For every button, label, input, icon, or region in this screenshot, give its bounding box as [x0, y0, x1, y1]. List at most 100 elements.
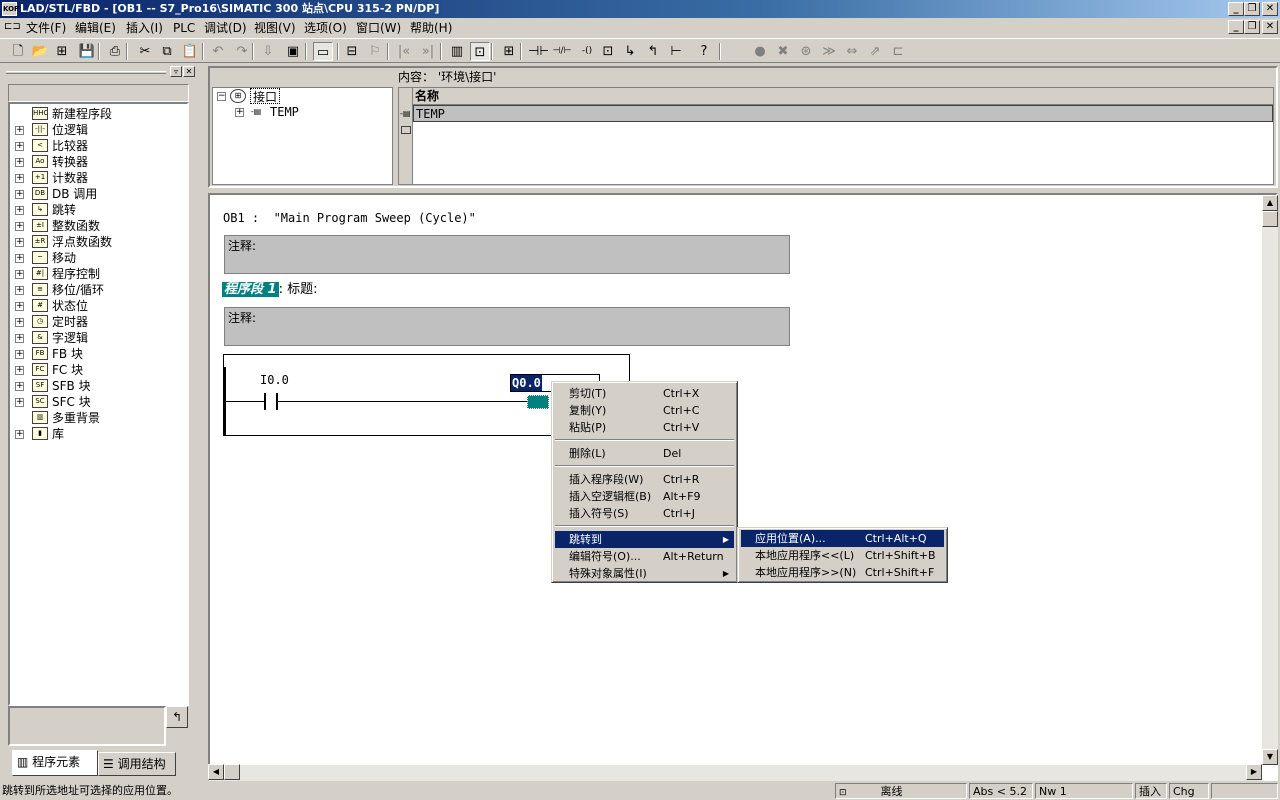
menu-3[interactable]: PLC: [173, 19, 195, 37]
copy-icon[interactable]: ⧉: [157, 42, 177, 61]
app-icon[interactable]: KOP: [2, 2, 19, 16]
submenu-item[interactable]: 本地应用程序>>(N) Ctrl+Shift+F: [741, 564, 944, 581]
last-network-icon[interactable]: »|: [418, 42, 438, 61]
contact-address[interactable]: I0.0: [260, 373, 289, 387]
program-elements-icon[interactable]: ▥: [447, 42, 467, 61]
menu-4[interactable]: 调试(D): [204, 19, 247, 37]
coil-address[interactable]: Q0.0: [511, 375, 542, 391]
doc-close-icon[interactable]: ✕: [1262, 20, 1278, 34]
context-menu-item[interactable]: 插入符号(S) Ctrl+J: [555, 505, 734, 522]
menu-0[interactable]: 文件(F): [26, 19, 66, 37]
catalog-item[interactable]: + +1 计数器: [10, 170, 185, 186]
catalog-item[interactable]: + ▮ 库: [10, 426, 185, 442]
doc-minimize-icon[interactable]: _: [1228, 20, 1244, 34]
block-comment[interactable]: 注释:: [224, 235, 790, 274]
new-row-icon[interactable]: [401, 126, 411, 134]
catalog-item[interactable]: + -||- 位逻辑: [10, 122, 185, 138]
document-icon[interactable]: ⊏⊐: [4, 21, 21, 33]
breakpoint-tool-icon[interactable]: ✖: [773, 42, 793, 61]
panel-close-icon[interactable]: ✕: [183, 66, 195, 77]
tab-call-structure[interactable]: ☰ 调用结构: [98, 752, 176, 776]
menu-7[interactable]: 窗口(W): [356, 19, 401, 37]
breakpoint-tool-icon[interactable]: ●: [750, 42, 770, 61]
close-branch-icon[interactable]: ↰: [643, 42, 663, 61]
first-network-icon[interactable]: |«: [394, 42, 414, 61]
cut-icon[interactable]: ✂: [135, 42, 155, 61]
expand-icon[interactable]: +: [15, 286, 24, 295]
catalog-item[interactable]: + #| 程序控制: [10, 266, 185, 282]
context-menu-item[interactable]: 跳转到 ▶: [555, 531, 734, 548]
tree-root-label[interactable]: 接口: [250, 88, 281, 104]
details-view-icon[interactable]: ⊡: [470, 42, 490, 61]
menu-2[interactable]: 插入(I): [126, 19, 163, 37]
open-branch-icon[interactable]: ↳: [620, 42, 640, 61]
catalog-item[interactable]: + SF SFB 块: [10, 378, 185, 394]
breakpoint-tool-icon[interactable]: ≫: [819, 42, 839, 61]
close-icon[interactable]: ✕: [1262, 2, 1278, 16]
network-label[interactable]: 程序段 1: [222, 282, 279, 297]
catalog-item[interactable]: + ±I 整数函数: [10, 218, 185, 234]
monitor-icon[interactable]: ▣: [283, 42, 303, 61]
tab-program-elements[interactable]: ▥ 程序元素: [12, 750, 98, 776]
context-menu-item[interactable]: 插入程序段(W) Ctrl+R: [555, 471, 734, 488]
menu-8[interactable]: 帮助(H): [410, 19, 452, 37]
menu-6[interactable]: 选项(O): [304, 19, 347, 37]
name-column-header[interactable]: 名称: [413, 88, 1273, 105]
expand-icon[interactable]: +: [15, 318, 24, 327]
catalog-item[interactable]: + FC FC 块: [10, 362, 185, 378]
paste-icon[interactable]: 📋: [180, 42, 200, 61]
horizontal-scroll-thumb[interactable]: [224, 764, 240, 780]
context-menu-item[interactable]: 粘贴(P) Ctrl+V: [555, 419, 734, 436]
catalog-item[interactable]: + ≡ 移位/循环: [10, 282, 185, 298]
catalog-item[interactable]: + ↳ 跳转: [10, 202, 185, 218]
expand-icon[interactable]: +: [15, 430, 24, 439]
catalog-item[interactable]: + ~ 移动: [10, 250, 185, 266]
code-editor[interactable]: [208, 193, 1278, 781]
expand-icon[interactable]: +: [15, 238, 24, 247]
minimize-icon[interactable]: _: [1228, 2, 1244, 16]
catalog-item[interactable]: + ±R 浮点数函数: [10, 234, 185, 250]
pin-icon[interactable]: ↰: [166, 706, 188, 728]
expand-icon[interactable]: +: [15, 222, 24, 231]
catalog-item[interactable]: + & 字逻辑: [10, 330, 185, 346]
block-header[interactable]: OB1 : "Main Program Sweep (Cycle)": [223, 210, 476, 226]
catalog-item[interactable]: + FB FB 块: [10, 346, 185, 362]
tree-collapse-icon[interactable]: −: [217, 92, 226, 101]
catalog-item[interactable]: + SC SFC 块: [10, 394, 185, 410]
vertical-scroll-thumb[interactable]: [1262, 211, 1278, 227]
help-icon[interactable]: ?: [694, 42, 714, 61]
expand-icon[interactable]: +: [15, 350, 24, 359]
breakpoint-tool-icon[interactable]: ⊏: [888, 42, 908, 61]
open-icon[interactable]: 📂: [30, 42, 50, 61]
context-menu-item[interactable]: 插入空逻辑框(B) Alt+F9: [555, 488, 734, 505]
catalog-item[interactable]: + # 状态位: [10, 298, 185, 314]
catalog-item[interactable]: HHO 新建程序段: [10, 106, 185, 122]
tree-expand-icon[interactable]: +: [235, 108, 244, 117]
expand-icon[interactable]: +: [15, 254, 24, 263]
expand-icon[interactable]: +: [15, 206, 24, 215]
menu-5[interactable]: 视图(V): [254, 19, 296, 37]
breakpoint-tool-icon[interactable]: ⊛: [796, 42, 816, 61]
save-icon[interactable]: 💾: [77, 42, 97, 61]
vertical-scrollbar[interactable]: [1262, 195, 1278, 765]
menu-1[interactable]: 编辑(E): [75, 19, 116, 37]
breakpoint-tool-icon[interactable]: ⇔: [842, 42, 862, 61]
scroll-up-icon[interactable]: ▲: [1262, 195, 1278, 211]
doc-restore-icon[interactable]: ❐: [1244, 20, 1260, 34]
dock-icon[interactable]: ▿: [170, 66, 182, 77]
reference-data-icon[interactable]: ⊟: [342, 42, 362, 61]
scroll-right-icon[interactable]: ▶: [1246, 764, 1262, 780]
catalog-item[interactable]: ▥ 多重背景: [10, 410, 185, 426]
submenu-item[interactable]: 本地应用程序<<(L) Ctrl+Shift+B: [741, 547, 944, 564]
empty-box-icon[interactable]: ⊡: [598, 42, 618, 61]
coil-icon[interactable]: [527, 395, 549, 409]
expand-icon[interactable]: +: [15, 142, 24, 151]
expand-icon[interactable]: +: [15, 334, 24, 343]
scroll-left-icon[interactable]: ◀: [208, 764, 224, 780]
catalog-item[interactable]: + DB DB 调用: [10, 186, 185, 202]
overview-icon[interactable]: ▭: [313, 42, 333, 61]
scroll-down-icon[interactable]: ▼: [1262, 749, 1278, 765]
insert-network-icon[interactable]: ⊞: [499, 42, 519, 61]
expand-icon[interactable]: +: [15, 302, 24, 311]
expand-icon[interactable]: +: [15, 190, 24, 199]
